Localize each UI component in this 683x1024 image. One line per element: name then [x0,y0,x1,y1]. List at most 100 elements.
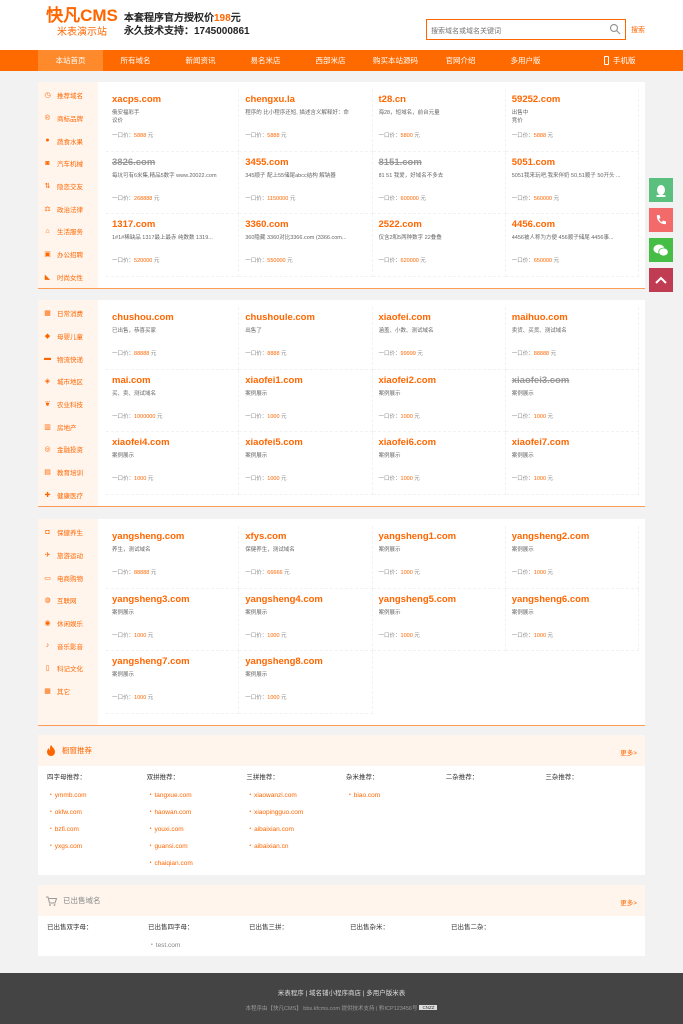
sidebar-category[interactable]: ◷ 推荐域名 [38,84,98,107]
domain-link[interactable]: test.com [148,941,249,950]
domain-name[interactable]: maihuo.com [512,311,632,324]
stats-badge[interactable]: CNZZ [419,1005,438,1010]
domain-link[interactable]: chaiqian.com [147,859,247,868]
domain-name[interactable]: 3826.com [112,156,232,169]
domain-name[interactable]: xiaofei3.com [512,374,632,387]
domain-name[interactable]: yangsheng4.com [245,593,365,606]
back-to-top-icon[interactable] [649,268,673,292]
domain-name[interactable]: chushou.com [112,311,232,324]
domain-name[interactable]: mai.com [112,374,232,387]
footer-links[interactable]: 米表程序 | 域名铺小程序商店 | 多用户版米表 [0,987,683,997]
nav-item[interactable]: 易名米店 [233,50,298,71]
domain-name[interactable]: yangsheng8.com [245,655,365,668]
sidebar-category[interactable]: ▯ 科记文化 [38,657,98,680]
domain-name[interactable]: yangsheng2.com [512,530,632,543]
sidebar-category[interactable]: ▭ 电商购物 [38,566,98,589]
domain-link[interactable]: xiaopingguo.com [246,808,346,817]
domain-link[interactable]: yxgs.com [47,842,147,851]
domain-name[interactable]: 3360.com [245,218,365,231]
nav-item[interactable]: 西部米店 [298,50,363,71]
nav-item[interactable]: 本站首页 [38,50,103,71]
nav-item[interactable]: 购买本站源码 [363,50,428,71]
domain-name[interactable]: xiaofei1.com [245,374,365,387]
domain-link[interactable]: haowan.com [147,808,247,817]
qq-icon[interactable] [649,178,673,202]
domain-name[interactable]: chengxu.la [245,93,365,106]
sidebar-category[interactable]: ◘ 保健养生 [38,521,98,544]
search-input[interactable] [427,22,605,41]
sidebar-category[interactable]: ⚖ 政治法律 [38,197,98,220]
domain-name[interactable]: xiaofei2.com [379,374,499,387]
sidebar-category[interactable]: ▣ 办公招聘 [38,243,98,266]
sidebar-category[interactable]: ▤ 教育培训 [38,461,98,484]
recommend-more-link[interactable]: 更多> [620,747,637,757]
open-book-icon: ▯ [45,665,50,673]
site-logo[interactable]: 快凡CMS 米表演示站 [46,6,118,40]
domain-name[interactable]: 3455.com [245,156,365,169]
domain-name[interactable]: 4456.com [512,218,632,231]
domain-link[interactable]: okfw.com [47,808,147,817]
sidebar-category[interactable]: ® 商标品牌 [38,107,98,130]
domain-name[interactable]: xfys.com [245,530,365,543]
domain-link[interactable]: biao.com [346,791,446,800]
domain-link[interactable]: tangxue.com [147,791,247,800]
sidebar-category[interactable]: ▬ 物流快递 [38,347,98,370]
domain-name[interactable]: xiaofei4.com [112,436,232,449]
domain-link[interactable]: aibaixian.com [246,825,346,834]
sidebar-category[interactable]: ⇅ 隐恋交友 [38,175,98,198]
domain-card: xiaofei2.com 案例展示 一口价：1000 元 [372,369,506,433]
domain-name[interactable]: xiaofei.com [379,311,499,324]
domain-link[interactable]: guansi.com [147,842,247,851]
sidebar-category[interactable]: ▦ 日常消费 [38,302,98,325]
sidebar-category[interactable]: ◍ 互联网 [38,589,98,612]
sidebar-category[interactable]: ● 蔬食水果 [38,129,98,152]
sidebar-category[interactable]: ◣ 时尚女性 [38,266,98,289]
domain-desc-line: 案例展示 [511,609,534,616]
nav-item[interactable]: 多用户版 [493,50,558,71]
domain-link[interactable]: bzfi.com [47,825,147,834]
domain-name[interactable]: 8151.com [379,156,499,169]
sidebar-category[interactable]: ◙ 汽车机械 [38,152,98,175]
domain-name[interactable]: 5051.com [512,156,632,169]
domain-name[interactable]: chushoule.com [245,311,365,324]
sidebar-category[interactable]: ⌂ 生活服务 [38,220,98,243]
sidebar-category[interactable]: ❦ 农业科技 [38,393,98,416]
domain-name[interactable]: yangsheng1.com [379,530,499,543]
phone-icon[interactable] [649,208,673,232]
domain-link[interactable]: youxi.com [147,825,247,834]
sidebar-category[interactable]: ▥ 房地产 [38,415,98,438]
nav-item[interactable]: 官网介绍 [428,50,493,71]
domain-link[interactable]: xiaowanzi.com [246,791,346,800]
wechat-icon[interactable] [649,238,673,262]
domain-name[interactable]: xacps.com [112,93,232,106]
domain-name[interactable]: yangsheng3.com [112,593,232,606]
sidebar-category[interactable]: ✚ 健康医疗 [38,484,98,507]
sidebar-category[interactable]: ♪ 音乐影音 [38,634,98,657]
domain-link[interactable]: ymmb.com [47,791,147,800]
domain-name[interactable]: xiaofei5.com [245,436,365,449]
sold-more-link[interactable]: 更多> [620,897,637,907]
domain-name[interactable]: yangsheng6.com [512,593,632,606]
domain-name[interactable]: 59252.com [512,93,632,106]
domain-name[interactable]: xiaofei7.com [512,436,632,449]
coins-icon: ◎ [44,446,51,454]
domain-name[interactable]: yangsheng5.com [379,593,499,606]
sidebar-category[interactable]: ◉ 休闲娱乐 [38,612,98,635]
domain-name[interactable]: 1317.com [112,218,232,231]
nav-item[interactable]: 新闻资讯 [168,50,233,71]
domain-name[interactable]: yangsheng7.com [112,655,232,668]
nav-item[interactable]: 所有域名 [103,50,168,71]
nav-mobile-link[interactable]: 手机版 [604,50,636,71]
search-icon[interactable] [609,23,621,35]
sidebar-category[interactable]: ✈ 旅游运动 [38,544,98,567]
domain-link[interactable]: aibaixian.cn [246,842,346,851]
search-button[interactable]: 搜索 [631,25,645,35]
domain-name[interactable]: t28.cn [379,93,499,106]
domain-name[interactable]: 2522.com [379,218,499,231]
domain-name[interactable]: yangsheng.com [112,530,232,543]
sidebar-category[interactable]: ▦ 其它 [38,680,98,703]
sidebar-category[interactable]: ◎ 金融投资 [38,438,98,461]
sidebar-category[interactable]: ◆ 母婴儿童 [38,325,98,348]
domain-name[interactable]: xiaofei6.com [379,436,499,449]
sidebar-category[interactable]: ◈ 城市地区 [38,370,98,393]
